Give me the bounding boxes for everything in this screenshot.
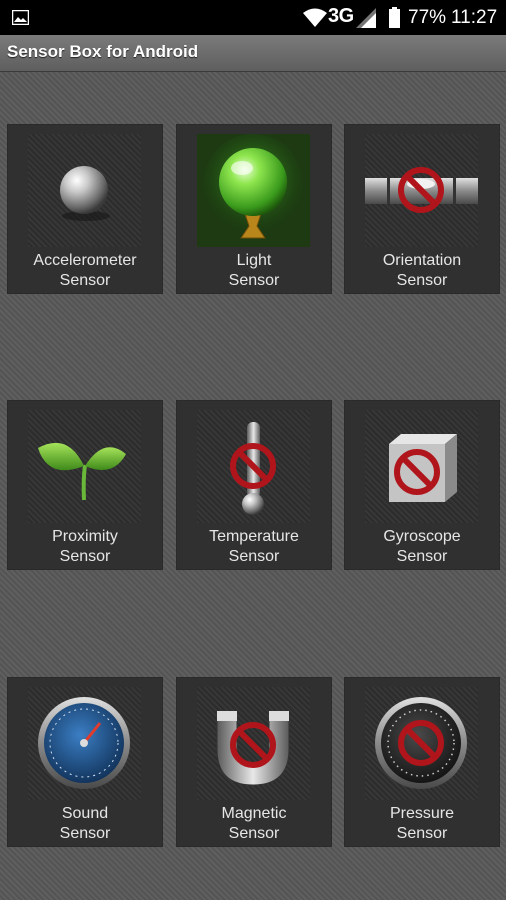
magnet-icon xyxy=(216,710,290,786)
wifi-icon xyxy=(303,8,327,27)
clock: 11:27 xyxy=(451,7,498,28)
network-type-label: 3G xyxy=(328,5,354,27)
sensor-art xyxy=(365,134,478,247)
app-title: Sensor Box for Android xyxy=(7,42,199,61)
tile-sound-sensor[interactable]: Sound Sensor xyxy=(7,677,163,847)
sensor-label: Sound Sensor xyxy=(59,805,111,842)
tile-gyroscope-sensor[interactable]: Gyroscope Sensor xyxy=(344,400,500,570)
sensor-label: Gyroscope Sensor xyxy=(383,528,461,565)
sensor-art xyxy=(365,410,478,523)
sensor-art xyxy=(28,687,141,800)
sensor-art xyxy=(197,687,310,800)
cube-icon xyxy=(389,434,457,502)
spirit-level-icon xyxy=(365,134,478,247)
pressure-gauge-icon xyxy=(375,697,467,789)
tile-orientation-sensor[interactable]: Orientation Sensor xyxy=(344,124,500,294)
image-icon xyxy=(12,10,29,25)
battery-icon xyxy=(389,7,400,28)
sensor-art xyxy=(197,134,310,247)
tile-temperature-sensor[interactable]: Temperature Sensor xyxy=(176,400,332,570)
sensor-label: Light Sensor xyxy=(228,252,280,289)
green-crystal-ball-icon xyxy=(203,134,303,239)
tile-magnetic-sensor[interactable]: Magnetic Sensor xyxy=(176,677,332,847)
status-bar: 3G 77% 11:27 xyxy=(0,0,506,35)
tile-proximity-sensor[interactable]: Proximity Sensor xyxy=(7,400,163,570)
metal-ball-icon xyxy=(60,166,110,221)
sprout-icon xyxy=(38,442,126,501)
thermometer-icon xyxy=(197,422,310,515)
sensor-label: Accelerometer Sensor xyxy=(33,252,137,289)
tile-pressure-sensor[interactable]: Pressure Sensor xyxy=(344,677,500,847)
sensor-label: Temperature Sensor xyxy=(209,528,299,565)
sensor-art xyxy=(365,687,478,800)
cell-signal-icon xyxy=(356,8,376,28)
tile-light-sensor[interactable]: Light Sensor xyxy=(176,124,332,294)
sensor-art xyxy=(28,134,141,247)
tile-accelerometer-sensor[interactable]: Accelerometer Sensor xyxy=(7,124,163,294)
app-bar: Sensor Box for Android xyxy=(0,35,506,72)
sensor-label: Proximity Sensor xyxy=(52,528,118,565)
sensor-label: Orientation Sensor xyxy=(382,252,462,289)
sensor-art xyxy=(197,410,310,523)
battery-percent: 77% xyxy=(408,7,447,28)
sensor-label: Pressure Sensor xyxy=(389,805,455,842)
sensor-label: Magnetic Sensor xyxy=(221,805,287,842)
sensor-art xyxy=(28,410,141,523)
sound-gauge-icon xyxy=(38,697,130,789)
